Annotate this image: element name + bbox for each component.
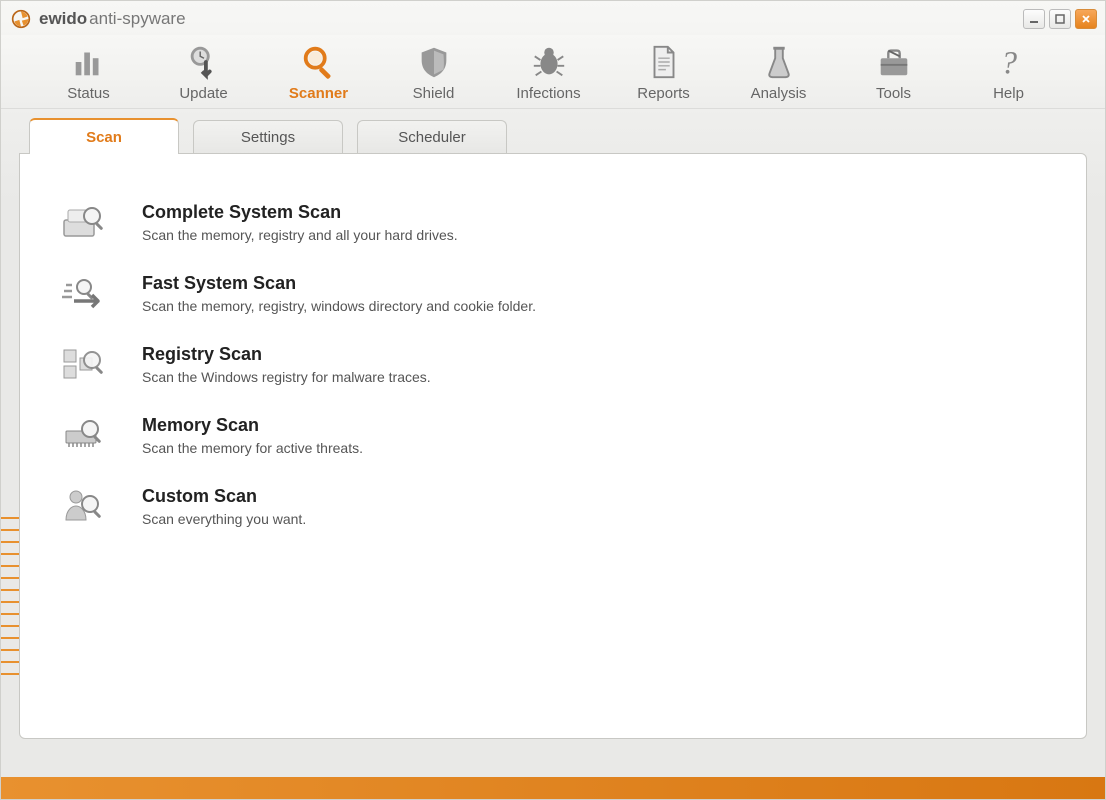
scan-custom[interactable]: Custom Scan Scan everything you want. [60,486,1046,527]
maximize-button[interactable] [1049,9,1071,29]
scan-desc: Scan the Windows registry for malware tr… [142,369,431,385]
shield-icon [415,43,453,81]
toolbar-analysis[interactable]: Analysis [721,43,836,102]
toolbar-label: Analysis [751,85,807,102]
toolbar-label: Reports [637,85,690,102]
registry-magnify-icon [60,344,108,384]
bars-icon [70,43,108,81]
toolbar-label: Tools [876,85,911,102]
scan-fast-system[interactable]: Fast System Scan Scan the memory, regist… [60,273,1046,314]
scan-complete-system[interactable]: Complete System Scan Scan the memory, re… [60,202,1046,243]
toolbar-shield[interactable]: Shield [376,43,491,102]
scan-desc: Scan the memory for active threats. [142,440,363,456]
toolbar-reports[interactable]: Reports [606,43,721,102]
scan-title: Complete System Scan [142,202,458,223]
app-title-light: anti-spyware [89,9,185,29]
tab-row: Scan Settings Scheduler [1,117,1105,153]
scan-title: Memory Scan [142,415,363,436]
toolbar-label: Update [179,85,227,102]
document-icon [645,43,683,81]
toolbar-update[interactable]: Update [146,43,261,102]
scan-title: Custom Scan [142,486,306,507]
toolbar-label: Shield [413,85,455,102]
toolbar-label: Scanner [289,85,348,102]
bug-icon [530,43,568,81]
scan-title: Fast System Scan [142,273,536,294]
magnifier-icon [300,43,338,81]
toolbox-icon [875,43,913,81]
toolbar-tools[interactable]: Tools [836,43,951,102]
app-title-bold: ewido [39,9,87,29]
toolbar-label: Infections [516,85,580,102]
app-logo-icon [11,9,31,29]
main-toolbar: Status Update Scanner Shield Infections [1,35,1105,109]
toolbar-label: Help [993,85,1024,102]
chip-magnify-icon [60,415,108,455]
toolbar-label: Status [67,85,110,102]
person-magnify-icon [60,486,108,526]
tab-label: Scan [86,129,122,146]
minimize-button[interactable] [1023,9,1045,29]
scan-title: Registry Scan [142,344,431,365]
bottom-strip [1,777,1105,799]
scan-desc: Scan the memory, registry and all your h… [142,227,458,243]
titlebar: ewido anti-spyware [1,1,1105,35]
content-panel: Complete System Scan Scan the memory, re… [19,153,1087,739]
tab-settings[interactable]: Settings [193,120,343,154]
toolbar-status[interactable]: Status [31,43,146,102]
scan-memory[interactable]: Memory Scan Scan the memory for active t… [60,415,1046,456]
svg-text:?: ? [1000,44,1016,80]
fast-arrow-icon [60,273,108,313]
drive-magnify-icon [60,202,108,242]
tab-scheduler[interactable]: Scheduler [357,120,507,154]
tab-label: Settings [241,129,295,146]
app-window: ewido anti-spyware Status Update [0,0,1106,800]
scan-registry[interactable]: Registry Scan Scan the Windows registry … [60,344,1046,385]
question-icon: ? [990,43,1028,81]
toolbar-infections[interactable]: Infections [491,43,606,102]
close-button[interactable] [1075,9,1097,29]
beaker-icon [760,43,798,81]
tab-scan[interactable]: Scan [29,118,179,154]
scan-desc: Scan everything you want. [142,511,306,527]
toolbar-scanner[interactable]: Scanner [261,43,376,102]
decorative-stripes [1,517,21,777]
toolbar-help[interactable]: ? Help [951,43,1066,102]
clock-arrow-icon [185,43,223,81]
scan-desc: Scan the memory, registry, windows direc… [142,298,536,314]
tab-label: Scheduler [398,129,466,146]
